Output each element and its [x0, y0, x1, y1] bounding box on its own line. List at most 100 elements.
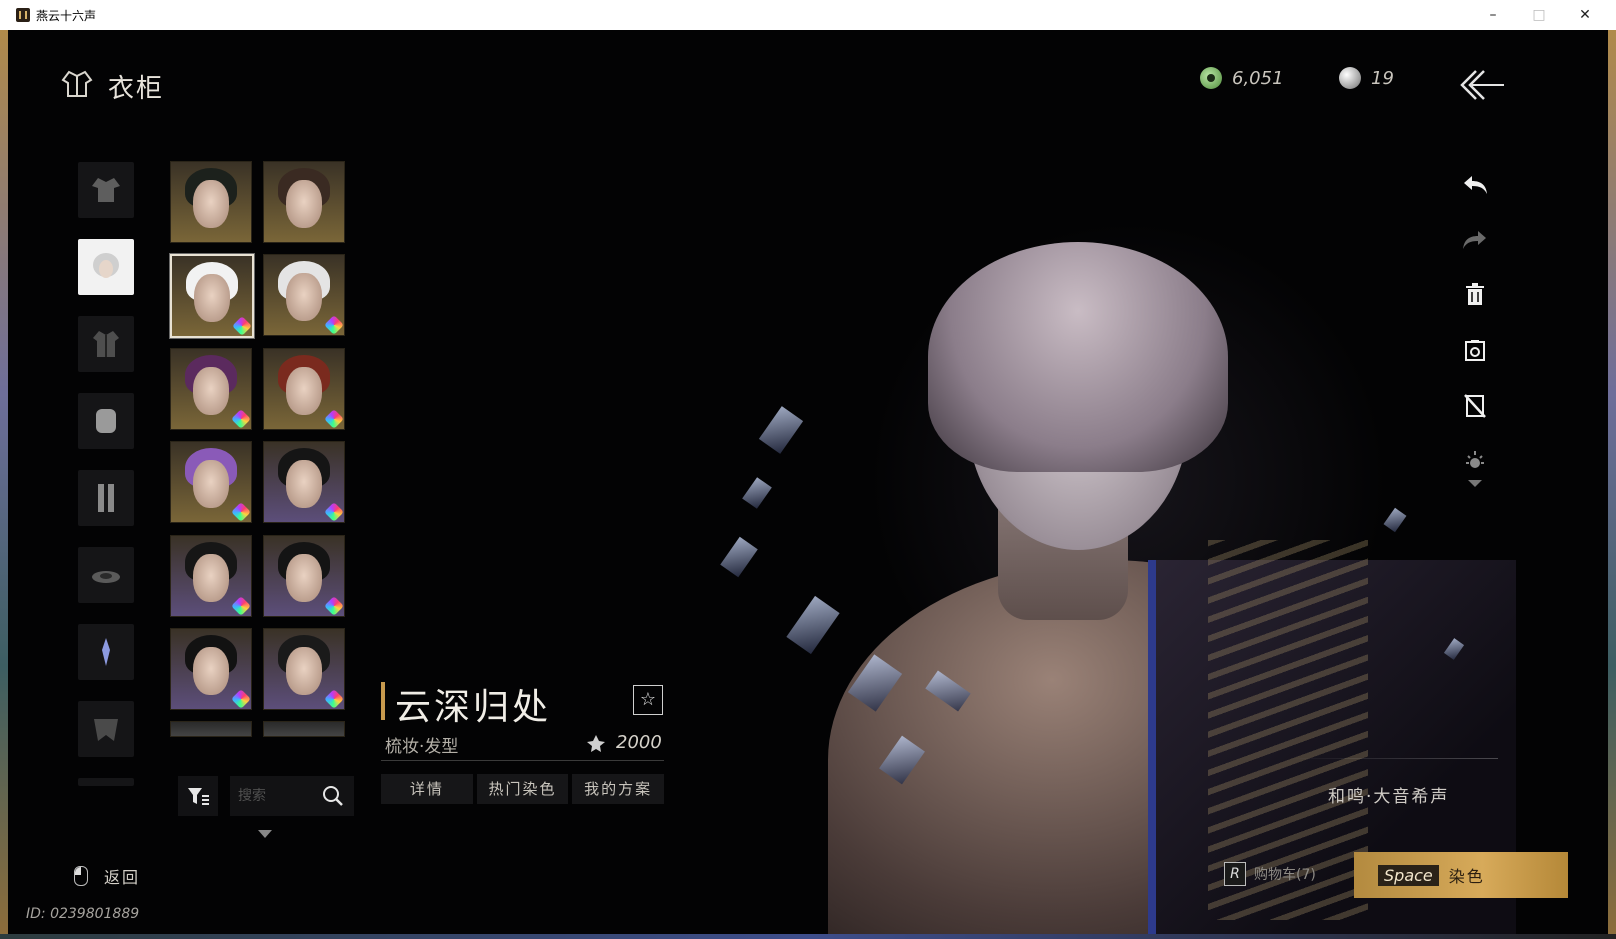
hairstyle-tile[interactable] — [263, 348, 345, 430]
pearl-currency: 19 — [1339, 66, 1394, 90]
tile-face — [286, 273, 322, 321]
favorite-button[interactable]: ☆ — [633, 685, 663, 715]
category-hat[interactable] — [78, 547, 134, 603]
bottom-border — [0, 934, 1616, 939]
scroll-down-icon[interactable] — [258, 830, 272, 838]
dye-palette-icon — [324, 596, 344, 616]
tile-face — [193, 180, 229, 228]
hairstyle-tile[interactable] — [170, 441, 252, 523]
dye-palette-icon — [231, 689, 251, 709]
hairstyle-tile-partial[interactable] — [263, 721, 345, 737]
ornament-icon — [102, 638, 110, 666]
star-icon: ☆ — [639, 689, 657, 710]
dye-palette-icon — [324, 315, 344, 335]
category-robe[interactable] — [78, 162, 134, 218]
title-bar: 燕云十六声 – □ ✕ — [0, 0, 1616, 30]
game-window: 燕云十六声 – □ ✕ 衣柜 6,051 19 搜索 云深归处 ☆ 梳妆·发型 … — [0, 0, 1616, 939]
hairstyle-tile-partial[interactable] — [170, 721, 252, 737]
tab-details[interactable]: 详情 — [381, 774, 473, 804]
hairstyle-tile[interactable] — [263, 161, 345, 243]
category-cape[interactable] — [78, 701, 134, 757]
tile-face — [193, 647, 229, 695]
light-icon[interactable] — [1460, 445, 1490, 475]
dye-palette-icon — [324, 502, 344, 522]
close-button[interactable]: ✕ — [1562, 0, 1608, 30]
item-category: 梳妆·发型 — [385, 737, 459, 757]
hide-icon[interactable] — [1460, 391, 1490, 421]
search-icon[interactable] — [322, 785, 344, 807]
tile-face — [286, 554, 322, 602]
tile-face — [193, 460, 229, 508]
hairstyle-tile[interactable] — [170, 161, 252, 243]
crystal-shard — [742, 477, 772, 509]
filter-icon — [188, 788, 209, 805]
hairstyle-icon — [93, 253, 119, 278]
redo-icon[interactable] — [1460, 225, 1490, 255]
jacket-icon — [93, 331, 119, 357]
category-leggings[interactable] — [78, 470, 134, 526]
item-tabs: 详情 热门染色 我的方案 — [381, 774, 665, 804]
hairstyle-tile[interactable] — [263, 254, 345, 336]
hairstyle-tile[interactable] — [263, 441, 345, 523]
hat-icon — [92, 571, 120, 583]
trash-icon[interactable] — [1460, 280, 1490, 310]
hairstyle-tile[interactable] — [170, 535, 252, 617]
item-price-value: 2000 — [616, 732, 662, 753]
window-title: 燕云十六声 — [36, 9, 97, 23]
tab-my-presets[interactable]: 我的方案 — [572, 774, 665, 804]
weapon-divider — [1288, 758, 1498, 759]
return-button[interactable]: 返回 — [74, 864, 140, 888]
minimize-button[interactable]: – — [1470, 0, 1516, 30]
tile-face — [286, 367, 322, 415]
jade-amount: 6,051 — [1232, 67, 1284, 89]
dye-palette-icon — [324, 689, 344, 709]
undo-icon[interactable] — [1460, 170, 1490, 200]
dye-label: 染色 — [1448, 867, 1485, 886]
character-hair — [928, 242, 1228, 472]
tile-face — [286, 460, 322, 508]
search-input[interactable] — [236, 784, 320, 808]
app-icon — [16, 8, 30, 22]
exit-chevron-icon[interactable] — [1458, 68, 1506, 102]
hairstyle-tile[interactable] — [170, 254, 254, 338]
tile-face — [193, 554, 229, 602]
hairstyle-tile[interactable] — [263, 535, 345, 617]
crystal-shard — [786, 595, 840, 655]
wardrobe-icon — [61, 70, 93, 97]
leggings-icon — [98, 484, 114, 512]
item-accent-bar — [381, 682, 385, 720]
item-price: 2000 — [586, 732, 662, 753]
pearl-amount: 19 — [1371, 67, 1394, 89]
dye-palette-icon — [231, 596, 251, 616]
crystal-shard — [1383, 507, 1407, 533]
shopping-cart[interactable]: R 购物车(7) — [1224, 862, 1316, 886]
weapon-name: 和鸣·大音希声 — [1328, 787, 1450, 807]
jade-coin-icon — [1200, 67, 1222, 89]
tile-face — [194, 274, 230, 322]
tab-popular-dyes[interactable]: 热门染色 — [476, 774, 569, 804]
game-viewport: 衣柜 6,051 19 搜索 云深归处 ☆ 梳妆·发型 2000 详情 热门染色… — [8, 30, 1608, 934]
hairstyle-tile[interactable] — [170, 348, 252, 430]
dye-palette-icon — [324, 409, 344, 429]
robe-icon — [92, 178, 120, 202]
price-lotus-icon — [587, 734, 605, 752]
filter-button[interactable] — [178, 776, 218, 816]
player-id: ID: 0239801889 — [26, 906, 140, 922]
category-more[interactable] — [78, 778, 134, 786]
category-jacket[interactable] — [78, 316, 134, 372]
divider — [381, 760, 664, 761]
return-label: 返回 — [104, 868, 141, 887]
toolbar-expand-icon[interactable] — [1468, 480, 1482, 487]
hairstyle-tile[interactable] — [263, 628, 345, 710]
right-border — [1608, 30, 1616, 939]
category-arm-wrap[interactable] — [78, 393, 134, 449]
category-ornament[interactable] — [78, 624, 134, 680]
dye-button[interactable]: Space 染色 — [1354, 852, 1568, 898]
page-title: 衣柜 — [108, 74, 165, 104]
dye-palette-icon — [231, 502, 251, 522]
cart-key-hint: R — [1224, 862, 1246, 886]
camera-icon[interactable] — [1460, 336, 1490, 366]
hairstyle-tile[interactable] — [170, 628, 252, 710]
category-hairstyle[interactable] — [78, 239, 134, 295]
maximize-button[interactable]: □ — [1516, 0, 1562, 30]
